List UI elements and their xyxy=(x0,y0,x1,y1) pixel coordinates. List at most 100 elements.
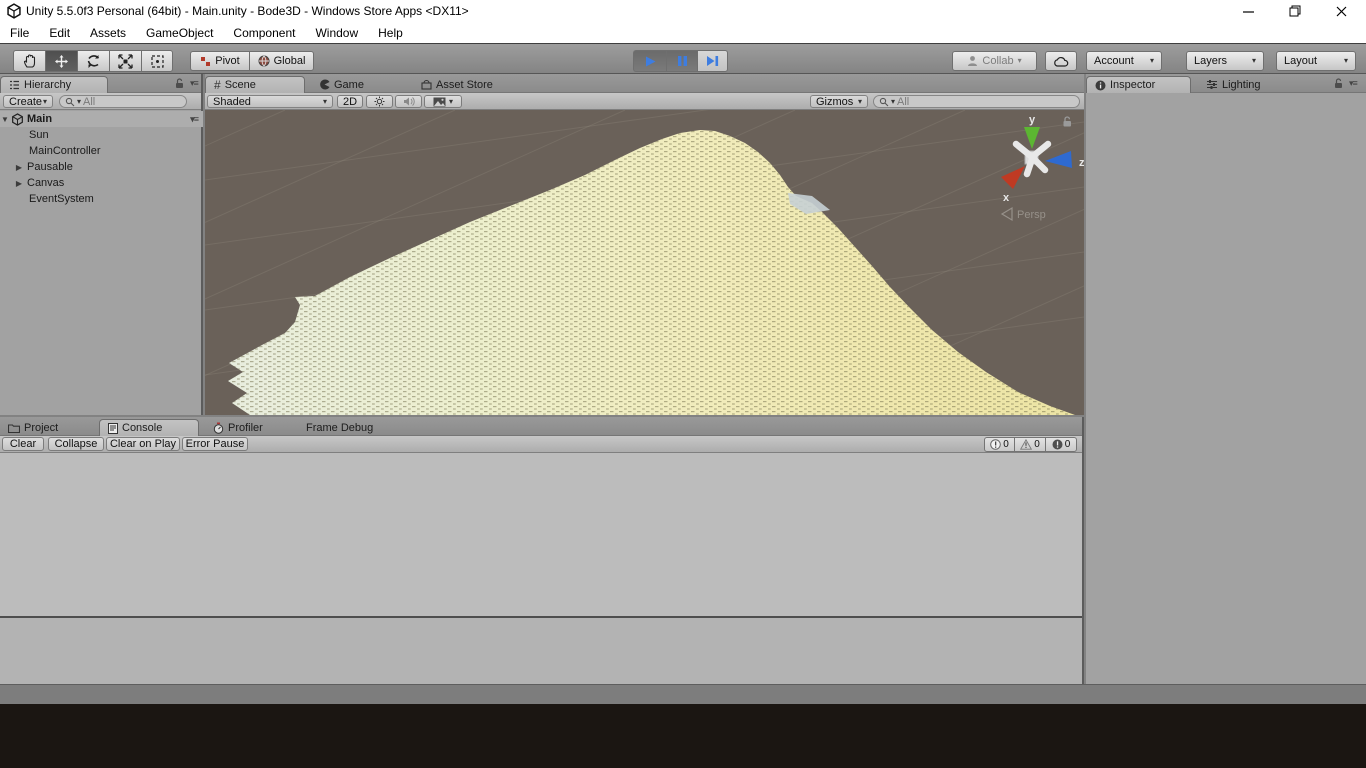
close-button[interactable] xyxy=(1324,0,1358,22)
global-label: Global xyxy=(274,55,306,67)
info-icon xyxy=(990,439,1001,450)
account-caret-icon: ▾ xyxy=(1150,57,1154,65)
rotate-icon xyxy=(86,54,101,69)
layout-caret-icon: ▾ xyxy=(1344,57,1348,65)
unity-logo-icon xyxy=(6,3,22,19)
scene-search-input[interactable]: ▾ All xyxy=(873,95,1080,108)
account-dropdown[interactable]: Account ▾ xyxy=(1086,51,1162,71)
profiler-tab-label: Profiler xyxy=(228,422,263,434)
tab-inspector[interactable]: Inspector xyxy=(1086,76,1191,93)
console-detail-area[interactable] xyxy=(0,618,1082,684)
collab-dropdown[interactable]: Collab ▾ xyxy=(952,51,1037,71)
warning-icon xyxy=(1020,439,1032,450)
move-tool-button[interactable] xyxy=(45,50,77,72)
collapse-button[interactable]: Collapse xyxy=(48,437,104,451)
hierarchy-search-input[interactable]: ▾ All xyxy=(59,95,187,108)
lock-icon[interactable] xyxy=(175,78,184,89)
hierarchy-panel: Hierarchy ▾≡ Create ▾ ▾ All ▼ Mai xyxy=(0,74,203,415)
panel-menu-icon[interactable]: ▾≡ xyxy=(1349,78,1357,89)
scene-menu-icon[interactable]: ▾≡ xyxy=(190,114,198,125)
gizmos-caret-icon: ▾ xyxy=(858,98,862,106)
clear-on-play-button[interactable]: Clear on Play xyxy=(106,437,180,451)
hierarchy-item-canvas[interactable]: ▶ Canvas xyxy=(0,175,203,191)
hierarchy-item-maincontroller[interactable]: MainController xyxy=(0,143,203,159)
minimize-button[interactable] xyxy=(1231,0,1265,22)
scale-tool-button[interactable] xyxy=(109,50,141,72)
restore-button[interactable] xyxy=(1278,0,1312,22)
layout-dropdown[interactable]: Layout ▾ xyxy=(1276,51,1356,71)
item-label: Pausable xyxy=(27,161,73,173)
clear-label: Clear xyxy=(10,438,36,450)
tab-scene[interactable]: # Scene xyxy=(205,76,305,93)
fold-closed-icon[interactable]: ▶ xyxy=(14,179,24,188)
tab-lighting[interactable]: Lighting xyxy=(1198,76,1269,93)
panel-menu-icon[interactable]: ▾≡ xyxy=(190,78,198,89)
scene-grid-icon: # xyxy=(214,78,221,92)
menu-file[interactable]: File xyxy=(0,22,39,43)
menu-assets[interactable]: Assets xyxy=(80,22,136,43)
scene-lighting-toggle[interactable] xyxy=(366,95,393,108)
pivot-toggle-button[interactable]: Pivot xyxy=(190,51,249,71)
error-pause-button[interactable]: Error Pause xyxy=(182,437,248,451)
scene-audio-toggle[interactable] xyxy=(395,95,422,108)
play-button[interactable] xyxy=(633,50,666,72)
scale-icon xyxy=(118,54,133,69)
error-count-toggle[interactable]: 0 xyxy=(1046,437,1077,452)
create-dropdown[interactable]: Create ▾ xyxy=(3,95,53,108)
layers-dropdown[interactable]: Layers ▾ xyxy=(1186,51,1264,71)
tab-game[interactable]: Game xyxy=(311,76,372,93)
rect-tool-button[interactable] xyxy=(141,50,173,72)
menu-gameobject[interactable]: GameObject xyxy=(136,22,223,43)
fold-closed-icon[interactable]: ▶ xyxy=(14,163,24,172)
rotate-tool-button[interactable] xyxy=(77,50,109,72)
hierarchy-item-eventsystem[interactable]: EventSystem xyxy=(0,191,203,207)
windows-taskbar: G Aa Unity 5.5.0f3 Personal... xyxy=(0,704,1366,768)
search-icon xyxy=(65,97,75,107)
scene-effects-dropdown[interactable]: ▾ xyxy=(424,95,462,108)
scene-tabbar: # Scene Game Asset Store xyxy=(205,74,1084,93)
menubar: File Edit Assets GameObject Component Wi… xyxy=(0,22,1366,43)
hierarchy-root-main[interactable]: ▼ Main ▾≡ xyxy=(0,111,203,127)
gizmos-dropdown[interactable]: Gizmos ▾ xyxy=(810,95,868,108)
console-log-list[interactable] xyxy=(0,453,1082,616)
clear-button[interactable]: Clear xyxy=(2,437,44,451)
global-toggle-button[interactable]: Global xyxy=(249,51,314,71)
hierarchy-list-icon xyxy=(9,80,20,90)
persp-label[interactable]: Persp xyxy=(1017,209,1046,221)
warning-count-toggle[interactable]: 0 xyxy=(1015,437,1046,452)
tab-asset-store[interactable]: Asset Store xyxy=(413,76,501,93)
hierarchy-item-sun[interactable]: Sun xyxy=(0,127,203,143)
asset-store-icon xyxy=(421,79,432,90)
2d-toggle-button[interactable]: 2D xyxy=(337,95,363,108)
play-icon xyxy=(644,55,657,68)
tab-project[interactable]: Project xyxy=(0,419,66,436)
frame-debug-tab-label: Frame Debug xyxy=(306,422,373,434)
item-label: Canvas xyxy=(27,177,64,189)
menu-window[interactable]: Window xyxy=(305,22,368,43)
tab-profiler[interactable]: Profiler xyxy=(205,419,271,436)
tab-hierarchy[interactable]: Hierarchy xyxy=(0,76,108,93)
pause-button[interactable] xyxy=(666,50,697,72)
console-tab-label: Console xyxy=(122,422,162,434)
shading-mode-dropdown[interactable]: Shaded ▾ xyxy=(207,95,333,108)
tab-console[interactable]: Console xyxy=(99,419,199,436)
info-count-toggle[interactable]: 0 xyxy=(984,437,1015,452)
lock-icon[interactable] xyxy=(1334,78,1343,89)
hierarchy-tabbar: Hierarchy ▾≡ xyxy=(0,74,201,93)
step-button[interactable] xyxy=(697,50,728,72)
inspector-panel-controls: ▾≡ xyxy=(1334,78,1357,89)
menu-help[interactable]: Help xyxy=(368,22,413,43)
game-tab-label: Game xyxy=(334,79,364,91)
scene-viewport[interactable]: y z x Persp xyxy=(205,110,1084,415)
menu-component[interactable]: Component xyxy=(223,22,305,43)
hierarchy-item-pausable[interactable]: ▶ Pausable xyxy=(0,159,203,175)
main-toolbar: Pivot Global Collab ▾ xyxy=(0,43,1366,74)
fold-open-icon[interactable]: ▼ xyxy=(0,115,10,124)
layout-label: Layout xyxy=(1284,55,1317,67)
move-icon xyxy=(54,54,69,69)
tab-frame-debug[interactable]: Frame Debug xyxy=(298,419,381,436)
cloud-services-button[interactable] xyxy=(1045,51,1077,71)
scene-root-label: Main xyxy=(27,113,52,125)
hand-tool-button[interactable] xyxy=(13,50,45,72)
menu-edit[interactable]: Edit xyxy=(39,22,80,43)
